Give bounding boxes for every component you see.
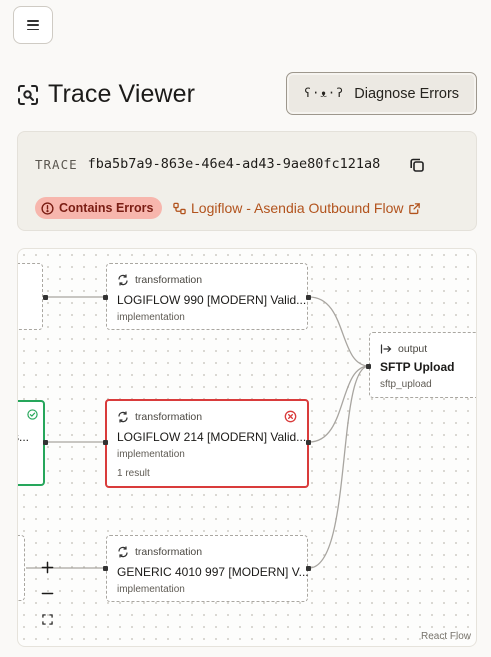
alert-circle-icon: [41, 201, 54, 215]
edge-214-to-sftp: [308, 365, 370, 443]
node-title: LOGIFLOW 990 [MODERN] Valid...: [117, 293, 307, 307]
node-subtitle: implementation: [117, 584, 185, 595]
target-handle[interactable]: [103, 440, 108, 445]
partial-input-node-success[interactable]: s...: [18, 400, 45, 486]
source-handle[interactable]: [43, 440, 48, 445]
edge-990-to-sftp: [308, 296, 370, 367]
transform-icon: [118, 274, 128, 286]
trace-info-card: TRACE fba5b7a9-863e-46e4-ad43-9ae80fc121…: [17, 131, 477, 231]
react-flow-attribution[interactable]: React Flow: [421, 631, 471, 642]
zoom-out-button[interactable]: [38, 584, 56, 602]
diagnose-errors-label: Diagnose Errors: [354, 85, 460, 102]
source-handle[interactable]: [43, 295, 48, 300]
minus-icon: [41, 592, 53, 594]
trace-id-row: TRACE fba5b7a9-863e-46e4-ad43-9ae80fc121…: [35, 156, 380, 172]
workflow-icon: [173, 202, 186, 214]
hamburger-icon: [27, 20, 39, 30]
node-kind-label: transformation: [135, 411, 203, 423]
transform-icon: [118, 411, 128, 423]
page-header: Trace Viewer: [17, 80, 195, 109]
external-link-icon: [409, 202, 421, 214]
zoom-in-button[interactable]: [38, 558, 56, 576]
trace-id: fba5b7a9-863e-46e4-ad43-9ae80fc121a8: [87, 156, 381, 172]
flow-canvas[interactable]: s... transformation LOGIFLOW 990 [MODERN…: [17, 248, 477, 647]
flow-node-transformation[interactable]: transformation GENERIC 4010 997 [MODERN]…: [106, 535, 309, 602]
node-title: SFTP Upload: [380, 360, 455, 374]
node-kind: transformation: [117, 411, 202, 423]
flow-node-transformation[interactable]: transformation LOGIFLOW 990 [MODERN] Val…: [106, 263, 308, 330]
check-circle-icon: [27, 409, 38, 420]
partial-node-label: s...: [18, 430, 30, 444]
status-badge: Contains Errors: [35, 197, 163, 219]
flow-link[interactable]: Logiflow - Asendia Outbound Flow: [173, 200, 421, 216]
node-kind: transformation: [117, 274, 202, 286]
node-title: LOGIFLOW 214 [MODERN] Valid...: [117, 430, 307, 444]
flow-node-transformation-error[interactable]: transformation LOGIFLOW 214 [MODERN] Val…: [105, 399, 309, 488]
fit-view-button[interactable]: [38, 610, 56, 628]
transform-icon: [118, 546, 128, 558]
target-handle[interactable]: [366, 364, 371, 369]
node-result-count: 1 result: [117, 468, 150, 479]
page-title: Trace Viewer: [48, 80, 196, 108]
flow-node-output[interactable]: output SFTP Upload sftp_upload: [369, 332, 476, 398]
error-x-circle-icon: [284, 410, 297, 423]
target-handle[interactable]: [103, 566, 108, 571]
node-title: GENERIC 4010 997 [MODERN] V...: [117, 565, 309, 579]
bear-face-icon: ʕ·ᴥ·ʔ: [303, 86, 345, 100]
menu-button[interactable]: [13, 6, 53, 44]
node-kind-label: transformation: [135, 274, 203, 286]
node-kind-label: transformation: [135, 546, 203, 558]
fit-view-icon: [41, 613, 53, 625]
status-badge-label: Contains Errors: [59, 201, 154, 215]
target-handle[interactable]: [103, 295, 108, 300]
edge-4010-to-sftp: [308, 365, 370, 569]
partial-input-node-bottom[interactable]: [18, 535, 25, 601]
trace-scan-icon: [18, 84, 38, 105]
output-arrow-icon: [380, 344, 392, 354]
trace-label: TRACE: [35, 156, 78, 172]
node-kind-label: output: [398, 343, 428, 355]
node-subtitle: implementation: [117, 312, 185, 323]
node-subtitle: sftp_upload: [380, 379, 432, 390]
source-handle[interactable]: [306, 440, 311, 445]
source-handle[interactable]: [306, 566, 311, 571]
node-kind: output: [380, 343, 427, 355]
source-handle[interactable]: [306, 295, 311, 300]
flow-link-label: Logiflow - Asendia Outbound Flow: [191, 200, 404, 216]
diagnose-errors-button[interactable]: ʕ·ᴥ·ʔ Diagnose Errors: [286, 72, 477, 115]
copy-icon[interactable]: [408, 156, 426, 174]
node-kind: transformation: [117, 546, 202, 558]
node-subtitle: implementation: [117, 449, 185, 460]
plus-icon: [41, 561, 53, 573]
partial-input-node-top[interactable]: [18, 263, 43, 330]
